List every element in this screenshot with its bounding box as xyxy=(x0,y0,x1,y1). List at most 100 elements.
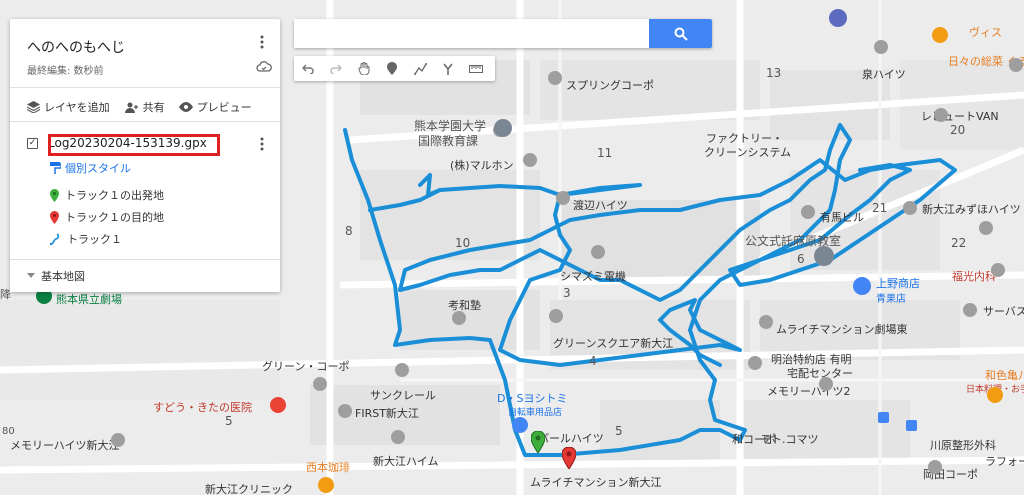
map-toolbar xyxy=(294,56,495,81)
place-label[interactable]: 新大江クリニック xyxy=(205,481,293,495)
undo-icon xyxy=(302,63,314,74)
share-button[interactable]: 共有 xyxy=(124,99,165,115)
block-number: 13 xyxy=(766,66,782,80)
place-label[interactable]: FIRST新大江 xyxy=(355,405,419,421)
block-number: 6 xyxy=(797,252,805,266)
place-label[interactable]: 国際教育課 xyxy=(418,132,478,149)
preview-button[interactable]: プレビュー xyxy=(178,99,252,115)
add-layer-button[interactable]: レイヤを追加 xyxy=(27,99,110,115)
layer-options-icon[interactable] xyxy=(254,136,270,152)
block-number: 4 xyxy=(589,354,597,368)
search-button[interactable] xyxy=(649,19,712,48)
place-label[interactable]: 岡田コーポ xyxy=(923,466,978,482)
place-label[interactable]: 熊本県立劇場 xyxy=(56,291,122,307)
start-pin-icon[interactable] xyxy=(531,431,545,453)
place-label[interactable]: サーバス xyxy=(983,303,1024,319)
place-label[interactable]: ムライチマンション新大江 xyxy=(530,474,661,490)
feature-label: トラック１の出発地 xyxy=(65,189,164,202)
place-label[interactable]: パールハイツ xyxy=(538,430,604,446)
draw-line-button[interactable] xyxy=(406,56,434,81)
place-label[interactable]: 渡辺ハイツ xyxy=(573,197,628,213)
place-label[interactable]: 西本珈琲 xyxy=(306,459,350,475)
feature-track[interactable]: トラック１ xyxy=(50,231,122,247)
place-label[interactable]: ムライチマンション劇場東 xyxy=(776,321,907,337)
place-label[interactable]: 川原整形外科 xyxy=(930,437,996,453)
block-number: 5 xyxy=(225,414,233,428)
map-options-icon[interactable] xyxy=(254,34,270,50)
place-label[interactable]: 和コーポ xyxy=(732,431,776,447)
place-label[interactable]: 泉ハイツ xyxy=(862,66,906,82)
hand-icon xyxy=(358,62,370,75)
search-input[interactable] xyxy=(294,19,649,48)
share-label: 共有 xyxy=(142,101,165,114)
place-label[interactable]: ヴィス xyxy=(969,24,1002,40)
place-label[interactable]: (株)マルホン xyxy=(450,157,514,173)
undo-button[interactable] xyxy=(294,56,322,81)
block-number: 22 xyxy=(951,236,967,250)
place-label[interactable]: D・Sヨシトミ xyxy=(497,390,567,406)
annotation-highlight-box xyxy=(48,134,220,156)
place-label[interactable]: サンクレール xyxy=(370,387,436,403)
block-number: 80 xyxy=(2,426,15,437)
redo-button[interactable] xyxy=(322,56,350,81)
panel-actions: レイヤを追加 共有 プレビュー xyxy=(27,99,252,115)
pan-button[interactable] xyxy=(350,56,378,81)
feature-start[interactable]: トラック１の出発地 xyxy=(50,187,164,203)
place-label[interactable]: 日々の総菜 くるみ堂 xyxy=(948,53,1024,69)
place-label[interactable]: 上野商店 xyxy=(876,275,920,291)
block-number: 20 xyxy=(950,123,966,137)
place-label[interactable]: スプリングコーポ xyxy=(566,77,654,93)
map-title[interactable]: へのへのもへじ xyxy=(27,37,125,57)
place-label[interactable]: 和色亀八 xyxy=(985,367,1024,383)
individual-style-link[interactable]: 個別スタイル xyxy=(50,160,131,176)
block-number: 21 xyxy=(872,201,888,215)
place-label[interactable]: すどう・きたの医院 xyxy=(153,399,252,415)
ruler-icon xyxy=(469,64,483,73)
add-marker-button[interactable] xyxy=(378,56,406,81)
place-label[interactable]: 宅配センター xyxy=(787,365,853,381)
layer-checkbox[interactable]: ✓ xyxy=(27,137,38,149)
place-label[interactable]: メモリーハイツ2 xyxy=(767,383,851,399)
last-edited-text: 最終編集: 数秒前 xyxy=(27,66,104,77)
end-pin-icon[interactable] xyxy=(562,447,576,469)
style-link-label: 個別スタイル xyxy=(65,162,131,175)
place-label[interactable]: ラフォーレ xyxy=(985,453,1024,469)
place-label[interactable]: 公文式託麻原教室 xyxy=(745,232,841,249)
place-label[interactable]: シマズミ電機 xyxy=(560,268,626,284)
chevron-down-icon xyxy=(27,273,35,278)
track-line-icon xyxy=(50,233,60,245)
layers-icon xyxy=(27,101,40,113)
place-label[interactable]: 有馬ビル xyxy=(820,209,864,225)
red-pin-icon xyxy=(50,210,59,224)
block-number: 10 xyxy=(455,236,471,250)
place-label[interactable]: 考和塾 xyxy=(448,297,481,313)
draw-line-icon xyxy=(413,62,427,75)
place-label[interactable]: 日本料理・お手頃 xyxy=(966,382,1024,395)
cloud-saved-icon xyxy=(256,61,272,72)
place-label[interactable]: グリーン・コーポ xyxy=(262,358,349,374)
place-label[interactable]: レビュートVAN xyxy=(921,108,999,124)
layers-panel: へのへのもへじ 最終編集: 数秒前 レイヤを追加 共有 プレビュー ✓ Log2… xyxy=(10,19,280,292)
route-button[interactable] xyxy=(434,56,462,81)
route-icon xyxy=(443,63,453,75)
place-label[interactable]: 新大江ハイム xyxy=(373,453,439,469)
basemap-toggle[interactable]: 基本地図 xyxy=(27,268,85,284)
place-label[interactable]: メモリーハイツ新大江 xyxy=(10,437,120,453)
block-number: 8 xyxy=(345,224,353,238)
eye-icon xyxy=(178,102,193,112)
feature-label: トラック１ xyxy=(67,233,122,246)
block-number: 5 xyxy=(615,424,623,438)
search-bar xyxy=(294,19,712,48)
place-label[interactable]: グリーンスクエア新大江 xyxy=(553,335,673,351)
place-label[interactable]: クリーンシステム xyxy=(704,144,791,160)
place-label[interactable]: 新大江みずほハイツ xyxy=(922,201,1021,217)
place-label[interactable]: 福光内科 xyxy=(952,268,996,284)
green-pin-icon xyxy=(50,188,59,202)
place-label[interactable]: 青果店 xyxy=(876,290,906,305)
measure-button[interactable] xyxy=(462,56,490,81)
add-layer-label: レイヤを追加 xyxy=(44,101,110,114)
basemap-label: 基本地図 xyxy=(41,270,85,283)
search-icon xyxy=(674,27,688,41)
place-label[interactable]: 自転車用品店 xyxy=(508,405,562,418)
feature-end[interactable]: トラック１の目的地 xyxy=(50,209,164,225)
